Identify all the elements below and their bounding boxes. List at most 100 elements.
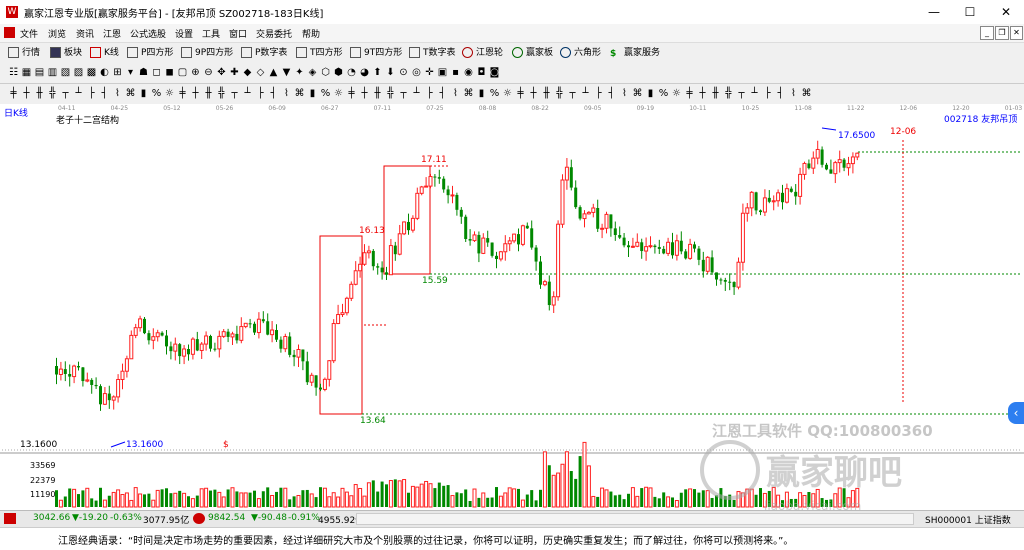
tool-17-icon[interactable]: ✚: [229, 66, 240, 79]
tool-16-icon[interactable]: ✥: [216, 66, 227, 79]
9p-square-button[interactable]: 9P四方形: [181, 46, 233, 60]
draw-tool-54-icon[interactable]: ╫: [710, 87, 721, 100]
draw-tool-30-icon[interactable]: ┬: [398, 87, 409, 100]
mdi-close-button[interactable]: ✕: [1010, 26, 1023, 40]
draw-tool-55-icon[interactable]: ╬: [723, 87, 734, 100]
draw-tool-53-icon[interactable]: ┼: [697, 87, 708, 100]
horizontal-scrollbar[interactable]: [356, 513, 914, 525]
tool-23-icon[interactable]: ◈: [307, 66, 318, 79]
tool-19-icon[interactable]: ◇: [255, 66, 266, 79]
draw-tool-21-icon[interactable]: ⌇: [281, 87, 292, 100]
note-icon[interactable]: ▥: [47, 66, 58, 79]
mdi-restore-button[interactable]: ❐: [995, 26, 1009, 40]
pen-icon[interactable]: ▨: [73, 66, 84, 79]
draw-tool-46-icon[interactable]: ┤: [606, 87, 617, 100]
draw-tool-8-icon[interactable]: ⌇: [112, 87, 123, 100]
mdi-minimize-button[interactable]: _: [980, 26, 994, 40]
tool-31-icon[interactable]: ◎: [411, 66, 422, 79]
menu-gann[interactable]: 江恩: [103, 27, 121, 40]
draw-tool-23-icon[interactable]: ▮: [307, 87, 318, 100]
draw-tool-2-icon[interactable]: ╫: [34, 87, 45, 100]
ruler-icon[interactable]: ▧: [60, 66, 71, 79]
draw-tool-14-icon[interactable]: ┼: [190, 87, 201, 100]
draw-tool-56-icon[interactable]: ┬: [736, 87, 747, 100]
maximize-button[interactable]: ☐: [952, 0, 988, 24]
index-icon[interactable]: ▤: [34, 66, 45, 79]
draw-tool-5-icon[interactable]: ┴: [73, 87, 84, 100]
menu-info[interactable]: 资讯: [76, 27, 94, 40]
draw-tool-6-icon[interactable]: ├: [86, 87, 97, 100]
draw-tool-25-icon[interactable]: ☼: [333, 87, 344, 100]
draw-tool-4-icon[interactable]: ┬: [60, 87, 71, 100]
draw-tool-42-icon[interactable]: ╬: [554, 87, 565, 100]
p-table-button[interactable]: P数字表: [241, 46, 287, 60]
draw-tool-3-icon[interactable]: ╬: [47, 87, 58, 100]
tool-29-icon[interactable]: ⬇: [385, 66, 396, 79]
t-table-button[interactable]: T数字表: [409, 46, 456, 60]
draw-tool-26-icon[interactable]: ╪: [346, 87, 357, 100]
draw-tool-39-icon[interactable]: ╪: [515, 87, 526, 100]
ray-icon[interactable]: ◐: [99, 66, 110, 79]
chart-type-icon[interactable]: ▦: [21, 66, 32, 79]
menu-trade[interactable]: 交易委托: [256, 27, 292, 40]
menu-settings[interactable]: 设置: [175, 27, 193, 40]
menu-tools[interactable]: 工具: [202, 27, 220, 40]
draw-tool-19-icon[interactable]: ├: [255, 87, 266, 100]
draw-tool-38-icon[interactable]: ☼: [502, 87, 513, 100]
kline-chart-area[interactable]: 04-11 04-25 05-12 05-26 06-09 06-27 07-11 07-25…: [0, 104, 1024, 514]
draw-tool-13-icon[interactable]: ╪: [177, 87, 188, 100]
kline-chart[interactable]: 04-11 04-25 05-12 05-26 06-09 06-27 07-11 07-25…: [0, 104, 1024, 514]
draw-tool-59-icon[interactable]: ┤: [775, 87, 786, 100]
draw-tool-49-icon[interactable]: ▮: [645, 87, 656, 100]
draw-tool-0-icon[interactable]: ╪: [8, 87, 19, 100]
service-button[interactable]: $ 赢家服务: [610, 46, 660, 60]
menu-file[interactable]: 文件: [20, 27, 38, 40]
box-icon[interactable]: ◼: [164, 66, 175, 79]
arrow-icon[interactable]: ▾: [125, 66, 136, 79]
draw-tool-34-icon[interactable]: ⌇: [450, 87, 461, 100]
kline-button[interactable]: K线: [90, 46, 119, 60]
draw-tool-61-icon[interactable]: ⌘: [801, 87, 812, 100]
draw-tool-7-icon[interactable]: ┤: [99, 87, 110, 100]
minimize-button[interactable]: —: [916, 0, 952, 24]
draw-tool-32-icon[interactable]: ├: [424, 87, 435, 100]
draw-tool-18-icon[interactable]: ┴: [242, 87, 253, 100]
gann-wheel-button[interactable]: 江恩轮: [462, 46, 503, 60]
sz-index-value[interactable]: 9842.54: [208, 513, 245, 523]
draw-tool-36-icon[interactable]: ▮: [476, 87, 487, 100]
channel-icon[interactable]: ⊞: [112, 66, 123, 79]
draw-tool-15-icon[interactable]: ╫: [203, 87, 214, 100]
tool-13-icon[interactable]: ▢: [177, 66, 188, 79]
draw-tool-16-icon[interactable]: ╬: [216, 87, 227, 100]
tool-34-icon[interactable]: ▪: [450, 66, 461, 79]
draw-tool-17-icon[interactable]: ┬: [229, 87, 240, 100]
draw-tool-35-icon[interactable]: ⌘: [463, 87, 474, 100]
tool-18-icon[interactable]: ◆: [242, 66, 253, 79]
draw-tool-9-icon[interactable]: ⌘: [125, 87, 136, 100]
draw-tool-12-icon[interactable]: ☼: [164, 87, 175, 100]
tool-26-icon[interactable]: ◔: [346, 66, 357, 79]
draw-tool-31-icon[interactable]: ┴: [411, 87, 422, 100]
p-square-button[interactable]: P四方形: [127, 46, 173, 60]
draw-tool-40-icon[interactable]: ┼: [528, 87, 539, 100]
draw-tool-47-icon[interactable]: ⌇: [619, 87, 630, 100]
draw-tool-43-icon[interactable]: ┬: [567, 87, 578, 100]
winner-board-button[interactable]: 赢家板: [512, 46, 553, 60]
draw-tool-51-icon[interactable]: ☼: [671, 87, 682, 100]
draw-tool-41-icon[interactable]: ╫: [541, 87, 552, 100]
menu-window[interactable]: 窗口: [229, 27, 247, 40]
draw-tool-52-icon[interactable]: ╪: [684, 87, 695, 100]
draw-tool-20-icon[interactable]: ┤: [268, 87, 279, 100]
tool-27-icon[interactable]: ◕: [359, 66, 370, 79]
quotes-button[interactable]: 行情: [8, 46, 40, 60]
tool-14-icon[interactable]: ⊕: [190, 66, 201, 79]
kline-menu-icon[interactable]: ☷: [8, 66, 19, 79]
menu-formula[interactable]: 公式选股: [130, 27, 166, 40]
sector-button[interactable]: 板块: [50, 46, 82, 60]
tool-33-icon[interactable]: ▣: [437, 66, 448, 79]
draw-tool-33-icon[interactable]: ┤: [437, 87, 448, 100]
tool-15-icon[interactable]: ⊖: [203, 66, 214, 79]
menu-help[interactable]: 帮助: [302, 27, 320, 40]
draw-tool-28-icon[interactable]: ╫: [372, 87, 383, 100]
tool-22-icon[interactable]: ✦: [294, 66, 305, 79]
